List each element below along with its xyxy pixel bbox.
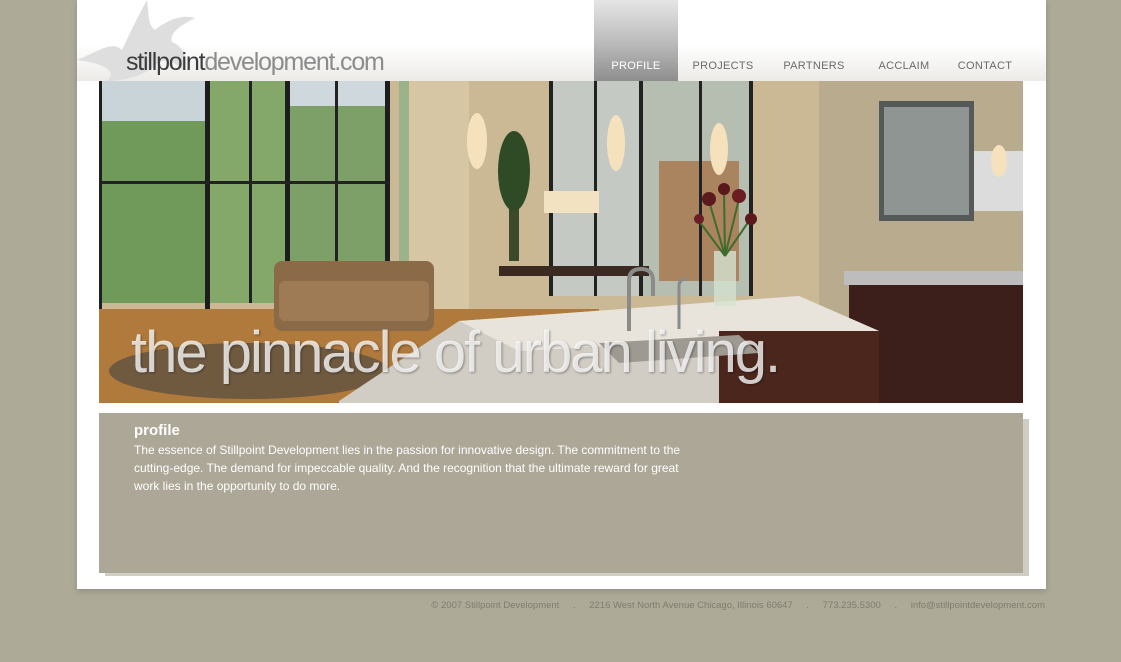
- footer-phone: 773.235.5300: [822, 600, 881, 611]
- content-panel: profile The essence of Stillpoint Develo…: [99, 413, 1023, 573]
- section-body: The essence of Stillpoint Development li…: [134, 443, 681, 493]
- footer-address: 2216 West North Avenue Chicago, Illinois…: [589, 600, 793, 611]
- nav-acclaim[interactable]: ACCLAIM: [860, 0, 948, 81]
- nav-projects[interactable]: PROJECTS: [678, 0, 768, 81]
- page-container: stillpointdevelopment.com PROFILE PROJEC…: [77, 0, 1046, 589]
- header: stillpointdevelopment.com PROFILE PROJEC…: [77, 0, 1046, 81]
- nav-partners[interactable]: PARTNERS: [768, 0, 860, 81]
- section-title: profile: [134, 422, 180, 439]
- footer-separator: .: [572, 600, 576, 611]
- nav-contact[interactable]: CONTACT: [948, 0, 1022, 81]
- footer-separator: .: [894, 600, 898, 611]
- main-nav: PROFILE PROJECTS PARTNERS ACCLAIM CONTAC…: [594, 0, 1022, 81]
- footer: © 2007 Stillpoint Development . 2216 Wes…: [431, 600, 1045, 611]
- hero-image: the pinnacle of urban living.: [99, 81, 1023, 403]
- nav-profile[interactable]: PROFILE: [594, 0, 678, 81]
- footer-separator: .: [806, 600, 810, 611]
- site-logo[interactable]: stillpointdevelopment.com: [126, 48, 385, 77]
- logo-text-primary: stillpoint: [126, 48, 206, 76]
- logo-text-secondary: development.com: [204, 48, 385, 76]
- footer-copyright: © 2007 Stillpoint Development: [431, 600, 560, 611]
- hero-tagline: the pinnacle of urban living.: [131, 320, 781, 385]
- footer-email-link[interactable]: info@stillpointdevelopment.com: [911, 600, 1045, 611]
